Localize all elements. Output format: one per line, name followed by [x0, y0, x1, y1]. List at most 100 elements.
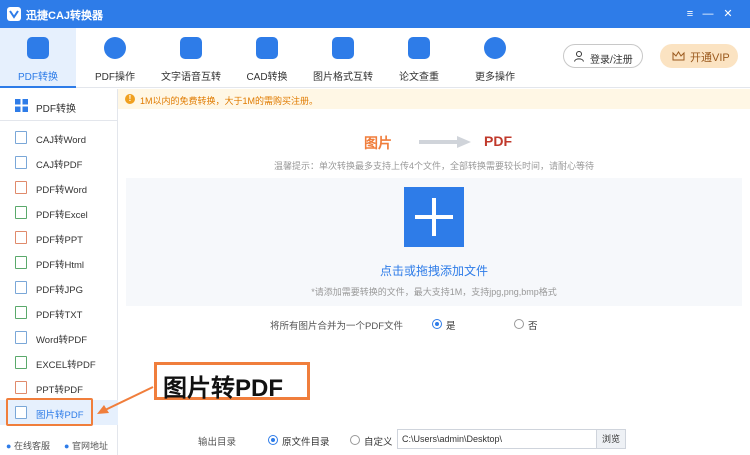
sidebar-item-label: PDF转PPT	[36, 235, 83, 246]
sidebar-item-label: EXCEL转PDF	[36, 360, 96, 371]
sidebar-item-label: PDF转JPG	[36, 285, 83, 296]
title-bar: 迅捷CAJ转换器 ≡ — ✕	[0, 0, 750, 28]
sidebar-item-pdf-to-excel[interactable]: PDF转Excel	[0, 200, 118, 225]
gear-icon	[104, 37, 126, 59]
more-icon	[484, 37, 506, 59]
sidebar-item-label: Word转PDF	[36, 335, 88, 346]
speech-icon	[180, 37, 202, 59]
sidebar-item-excel-to-pdf[interactable]: EXCEL转PDF	[0, 350, 118, 375]
official-website-link[interactable]: ● 官网地址	[64, 439, 108, 452]
sidebar-item-label: PDF转Html	[36, 260, 85, 271]
tab-label: 论文查重	[399, 72, 439, 83]
output-source-radio[interactable]	[268, 435, 278, 445]
sidebar-item-label: PDF转TXT	[36, 310, 83, 321]
sidebar-item-pdf-to-word[interactable]: PDF转Word	[0, 175, 118, 200]
output-dir-label: 输出目录	[198, 437, 237, 448]
sidebar-item-caj-to-pdf[interactable]: CAJ转PDF	[0, 150, 118, 175]
arrow-right-icon	[419, 136, 471, 148]
caj-file-icon	[15, 156, 27, 169]
callout-text: 图片转PDF	[163, 375, 283, 402]
sidebar-item-pdf-to-ppt[interactable]: PDF转PPT	[0, 225, 118, 250]
user-icon	[574, 51, 584, 62]
merge-yes-radio[interactable]	[432, 319, 442, 329]
pdf-file-icon	[15, 181, 27, 194]
drop-zone-hint: *请添加需要转换的文件，最大支持1M，支持jpg,png,bmp格式	[311, 287, 557, 297]
source-format: 图片	[364, 135, 392, 151]
headset-icon: ●	[6, 441, 12, 451]
sidebar-item-word-to-pdf[interactable]: Word转PDF	[0, 325, 118, 350]
drop-zone-label[interactable]: 点击或拖拽添加文件	[118, 262, 750, 279]
sidebar-item-pdf-to-jpg[interactable]: PDF转JPG	[0, 275, 118, 300]
output-source-label[interactable]: 原文件目录	[282, 434, 330, 448]
sidebar-item-label: PDF转Word	[36, 185, 88, 196]
output-custom-label[interactable]: 自定义	[364, 434, 393, 448]
merge-no-label[interactable]: 否	[528, 318, 538, 332]
output-custom-radio[interactable]	[350, 435, 360, 445]
tab-label: 文字语音互转	[161, 72, 221, 83]
window-title: 迅捷CAJ转换器	[26, 10, 104, 22]
html-file-icon	[15, 256, 27, 269]
callout-annotation: 图片转PDF	[154, 362, 310, 402]
cad-icon	[256, 37, 278, 59]
jpg-file-icon	[15, 281, 27, 294]
browse-button[interactable]: 浏览	[596, 429, 626, 449]
add-file-button[interactable]	[404, 187, 464, 247]
tab-plagiarism-check[interactable]: 论文查重	[384, 28, 454, 88]
sidebar-item-pdf-to-txt[interactable]: PDF转TXT	[0, 300, 118, 325]
tab-more-operations[interactable]: 更多操作	[460, 28, 530, 88]
tab-label: 更多操作	[475, 72, 515, 83]
login-button[interactable]: 登录/注册	[563, 44, 643, 68]
app-logo-icon	[7, 7, 21, 21]
sidebar-item-label: PDF转Excel	[36, 210, 88, 221]
sidebar-header: PDF转换	[0, 89, 118, 121]
txt-file-icon	[15, 306, 27, 319]
sidebar-item-label: CAJ转Word	[36, 135, 86, 146]
merge-question: 将所有图片合并为一个PDF文件	[270, 321, 404, 332]
search-icon	[408, 37, 430, 59]
tip-text: 温馨提示：单次转换最多支持上传4个文件，全部转换需要较长时间，请耐心等待	[273, 161, 594, 171]
highlight-box	[6, 398, 93, 426]
excel-file-icon	[15, 206, 27, 219]
ppt-file-icon	[15, 231, 27, 244]
globe-icon: ●	[64, 441, 70, 451]
main-toolbar: PDF转换 PDF操作 文字语音互转 CAD转换 图片格式互转 论文查重 更多操…	[0, 28, 750, 88]
notice-bar: ! 1M以内的免费转换，大于1M的需购买注册。	[118, 89, 750, 109]
tab-label: CAD转换	[246, 72, 288, 83]
tab-label: 图片格式互转	[313, 72, 373, 83]
sidebar-item-label: CAJ转PDF	[36, 160, 83, 171]
notice-text: 1M以内的免费转换，大于1M的需购买注册。	[140, 96, 319, 106]
tab-label: PDF操作	[95, 72, 135, 83]
pdf-convert-icon	[27, 37, 49, 59]
output-path-input[interactable]	[397, 429, 597, 449]
tab-pdf-operate[interactable]: PDF操作	[80, 28, 150, 88]
warning-icon: !	[125, 94, 135, 104]
menu-icon[interactable]: ≡	[682, 6, 698, 22]
grid-icon	[15, 99, 28, 112]
image-icon	[332, 37, 354, 59]
sidebar-header-label: PDF转换	[36, 104, 76, 115]
minimize-icon[interactable]: —	[700, 6, 716, 22]
login-label: 登录/注册	[590, 55, 633, 66]
sidebar-footer: ● 在线客服 ● 官网地址	[0, 437, 118, 455]
online-service-link[interactable]: ● 在线客服	[6, 439, 50, 452]
caj-file-icon	[15, 131, 27, 144]
ppt-file-icon	[15, 381, 27, 394]
tab-pdf-convert[interactable]: PDF转换	[0, 28, 76, 88]
sidebar-item-pdf-to-html[interactable]: PDF转Html	[0, 250, 118, 275]
vip-button[interactable]: 开通VIP	[660, 44, 738, 68]
sidebar-item-label: PPT转PDF	[36, 385, 83, 396]
tab-cad-convert[interactable]: CAD转换	[232, 28, 302, 88]
crown-icon	[672, 51, 685, 61]
tab-text-speech[interactable]: 文字语音互转	[156, 28, 226, 88]
close-icon[interactable]: ✕	[720, 6, 736, 22]
callout-arrow-icon	[97, 386, 154, 414]
tab-label: PDF转换	[18, 72, 58, 83]
merge-yes-label[interactable]: 是	[446, 318, 456, 332]
sidebar-item-caj-to-word[interactable]: CAJ转Word	[0, 125, 118, 150]
tab-image-format[interactable]: 图片格式互转	[308, 28, 378, 88]
vip-label: 开通VIP	[690, 52, 730, 64]
target-format: PDF	[484, 133, 512, 149]
excel-file-icon	[15, 356, 27, 369]
merge-no-radio[interactable]	[514, 319, 524, 329]
word-file-icon	[15, 331, 27, 344]
